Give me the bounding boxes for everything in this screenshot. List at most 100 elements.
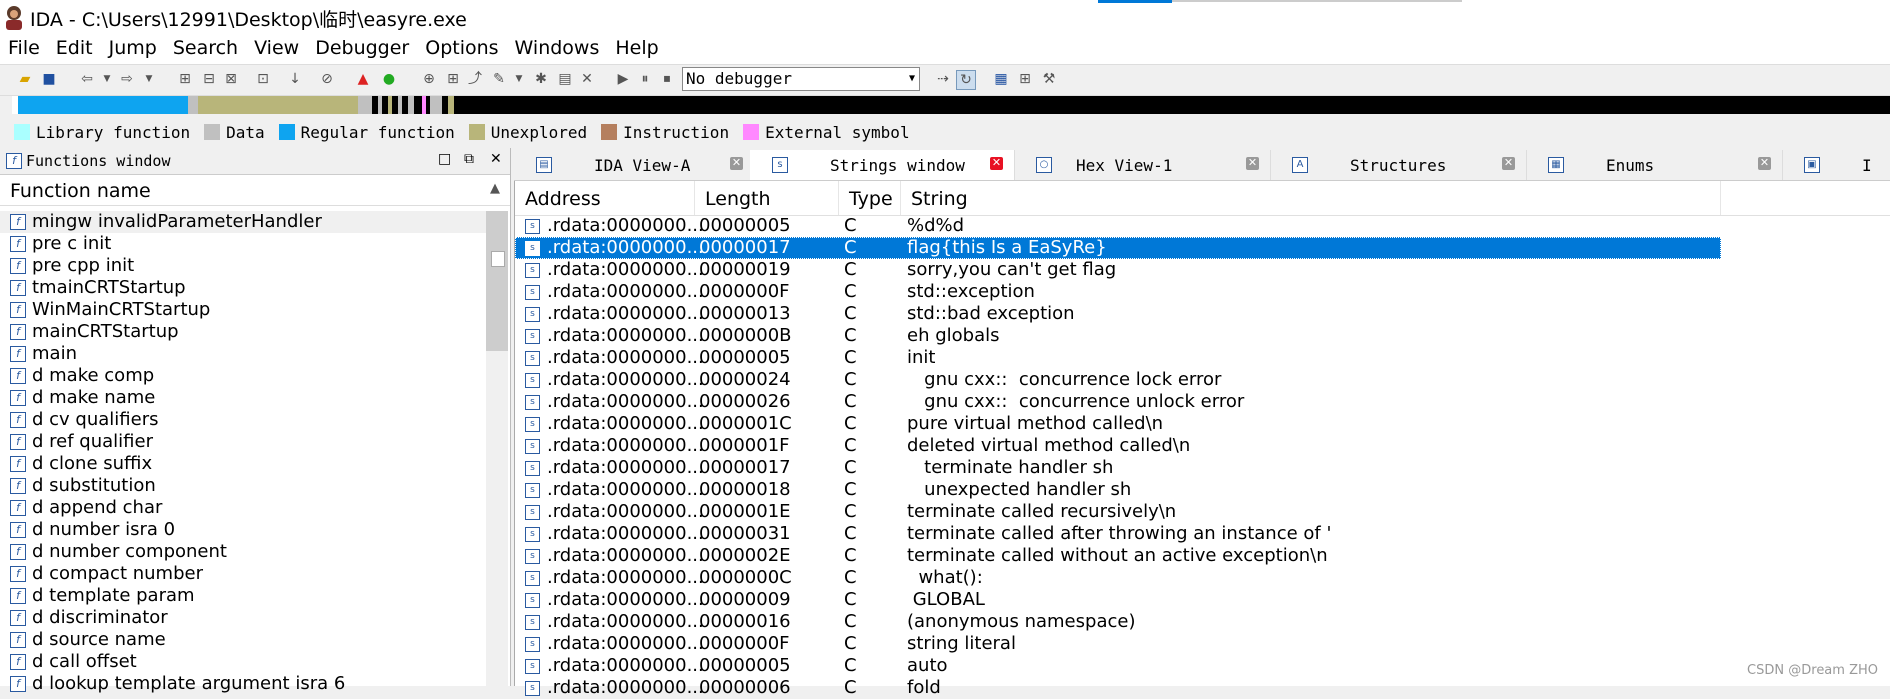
- string-row[interactable]: s .rdata:0000000... 0000000F Cstring litera…: [515, 633, 1890, 655]
- string-row[interactable]: s .rdata:0000000... 00000005 Cauto: [515, 655, 1890, 677]
- bookmark-icon[interactable]: ⊞: [1016, 70, 1034, 88]
- menu-jump[interactable]: Jump: [101, 34, 165, 64]
- function-row[interactable]: f main: [0, 343, 486, 365]
- close-icon[interactable]: ✕: [1758, 157, 1771, 170]
- string-row[interactable]: s .rdata:0000000... 00000031 Cterminate cal…: [515, 523, 1890, 545]
- function-row[interactable]: f d lookup template argument isra 6: [0, 673, 486, 695]
- function-row[interactable]: f tmainCRTStartup: [0, 277, 486, 299]
- back-dropdown-icon[interactable]: ▼: [98, 70, 116, 88]
- close-icon[interactable]: ✕: [1246, 157, 1259, 170]
- function-row[interactable]: f d number component: [0, 541, 486, 563]
- close-icon[interactable]: ✕: [490, 151, 502, 167]
- string-row[interactable]: s .rdata:0000000... 00000024 C gnu cxx:: co…: [515, 369, 1890, 391]
- functions-column-header[interactable]: Function name ▲: [0, 175, 510, 206]
- function-row[interactable]: f pre cpp init: [0, 255, 486, 277]
- menu-edit[interactable]: Edit: [48, 34, 101, 64]
- menu-view[interactable]: View: [246, 34, 307, 64]
- menu-search[interactable]: Search: [165, 34, 246, 64]
- function-row[interactable]: f d template param: [0, 585, 486, 607]
- string-row[interactable]: s .rdata:0000000... 0000001C Cpure virtual …: [515, 413, 1890, 435]
- length-column[interactable]: Length: [695, 181, 839, 215]
- close-icon[interactable]: ✕: [730, 157, 743, 170]
- string-row[interactable]: s .rdata:0000000... 00000006 Cfold: [515, 677, 1890, 699]
- function-row[interactable]: f d source name: [0, 629, 486, 651]
- data-icon[interactable]: ⊟: [200, 70, 218, 88]
- add-enum-icon[interactable]: ⊞: [444, 70, 462, 88]
- code-icon[interactable]: ⊞: [176, 70, 194, 88]
- function-row[interactable]: f pre c init: [0, 233, 486, 255]
- menu-options[interactable]: Options: [417, 34, 506, 64]
- tab-ida-view-a[interactable]: ▤ IDA View-A ✕: [514, 150, 751, 180]
- function-row[interactable]: f d make name: [0, 387, 486, 409]
- string-row[interactable]: s .rdata:0000000... 00000016 C (anonymous na…: [515, 611, 1890, 633]
- function-row[interactable]: f mainCRTStartup: [0, 321, 486, 343]
- forward-icon[interactable]: ⇨: [118, 70, 136, 88]
- string-row[interactable]: s .rdata:0000000... 0000001E Cterminate cal…: [515, 501, 1890, 523]
- string-row[interactable]: s .rdata:0000000... 00000009 C GLOBAL: [515, 589, 1890, 611]
- debugger-select[interactable]: No debugger ▼: [682, 67, 920, 91]
- string-row[interactable]: s .rdata:0000000... 00000019 Csorry,you can…: [515, 259, 1890, 281]
- function-row[interactable]: f d number isra 0: [0, 519, 486, 541]
- close-x-icon[interactable]: ✕: [578, 70, 596, 88]
- xref-icon[interactable]: ⤴: [466, 70, 484, 88]
- function-row[interactable]: f d clone suffix: [0, 453, 486, 475]
- graph-icon[interactable]: ▲: [354, 70, 372, 88]
- back-icon[interactable]: ⇦: [78, 70, 96, 88]
- function-row[interactable]: f d make comp: [0, 365, 486, 387]
- step-icon[interactable]: ↻: [956, 70, 976, 90]
- add-struct-icon[interactable]: ⊕: [420, 70, 438, 88]
- tab-hex-view-1[interactable]: ○ Hex View-1 ✕: [1014, 150, 1271, 180]
- close-icon[interactable]: ✕: [990, 157, 1003, 170]
- patch-dropdown-icon[interactable]: ▼: [510, 70, 528, 88]
- function-row[interactable]: f d compact number: [0, 563, 486, 585]
- string-column[interactable]: String: [901, 181, 1721, 215]
- tab-strings-window[interactable]: s Strings window ✕: [750, 150, 1015, 180]
- function-row[interactable]: f d cv qualifiers: [0, 409, 486, 431]
- navigation-band[interactable]: [12, 96, 1890, 114]
- run-green-icon[interactable]: ●: [380, 70, 398, 88]
- stop-icon[interactable]: ⏹: [658, 70, 676, 88]
- string-row[interactable]: s .rdata:0000000... 00000005 Cinit: [515, 347, 1890, 369]
- function-row[interactable]: f d append char: [0, 497, 486, 519]
- undefine-icon[interactable]: ⊘: [318, 70, 336, 88]
- string-row[interactable]: s .rdata:0000000... 0000000B Ceh globals: [515, 325, 1890, 347]
- string-row[interactable]: s .rdata:0000000... 00000017 C terminate ha…: [515, 457, 1890, 479]
- image-icon[interactable]: ▤: [556, 70, 574, 88]
- forward-dropdown-icon[interactable]: ▼: [140, 70, 158, 88]
- close-icon[interactable]: ✕: [1502, 157, 1515, 170]
- menu-windows[interactable]: Windows: [507, 34, 608, 64]
- function-row[interactable]: f d substitution: [0, 475, 486, 497]
- list-icon[interactable]: ▦: [992, 70, 1010, 88]
- string-row[interactable]: s .rdata:0000000... 00000013 Cstd::bad exce…: [515, 303, 1890, 325]
- string-row[interactable]: s .rdata:0000000... 0000002E Cterminate cal…: [515, 545, 1890, 567]
- array-icon[interactable]: ⊡: [254, 70, 272, 88]
- save-icon[interactable]: ■: [40, 70, 58, 88]
- trace-icon[interactable]: ⇢: [934, 70, 952, 88]
- string-row[interactable]: s .rdata:0000000... 0000000F Cstd::exceptio…: [515, 281, 1890, 303]
- tab-structures[interactable]: A Structures ✕: [1270, 150, 1527, 180]
- type-column[interactable]: Type: [839, 181, 901, 215]
- function-row[interactable]: f d discriminator: [0, 607, 486, 629]
- function-row[interactable]: f mingw invalidParameterHandler: [0, 211, 486, 233]
- pause-icon[interactable]: ⏸: [636, 70, 654, 88]
- menu-debugger[interactable]: Debugger: [307, 34, 417, 64]
- string-row[interactable]: s .rdata:0000000... 0000001F Cdeleted virtu…: [515, 435, 1890, 457]
- function-row[interactable]: f d ref qualifier: [0, 431, 486, 453]
- string-row[interactable]: s .rdata:0000000... 00000026 C gnu cxx:: co…: [515, 391, 1890, 413]
- open-icon[interactable]: ▰: [16, 70, 34, 88]
- function-row[interactable]: f WinMainCRTStartup: [0, 299, 486, 321]
- tab-enums[interactable]: ▦ Enums ✕: [1526, 150, 1783, 180]
- functions-scrollbar[interactable]: [486, 211, 508, 686]
- float-icon[interactable]: ⧉: [464, 151, 474, 167]
- tab-imports[interactable]: ▣ I: [1782, 150, 1890, 180]
- restore-icon[interactable]: □: [438, 151, 451, 167]
- menu-file[interactable]: File: [0, 34, 48, 64]
- string-row[interactable]: s .rdata:0000000... 00000018 C unexpected h…: [515, 479, 1890, 501]
- string-row[interactable]: s .rdata:0000000... 00000005 C %d%d: [515, 215, 1890, 237]
- string-icon[interactable]: ⊠: [222, 70, 240, 88]
- string-row[interactable]: s .rdata:0000000... 0000000C C what():: [515, 567, 1890, 589]
- scrollbar-thumb[interactable]: [486, 211, 508, 351]
- down-arrow-icon[interactable]: ↓: [286, 70, 304, 88]
- function-row[interactable]: f d call offset: [0, 651, 486, 673]
- breakpoint-icon[interactable]: ✱: [532, 70, 550, 88]
